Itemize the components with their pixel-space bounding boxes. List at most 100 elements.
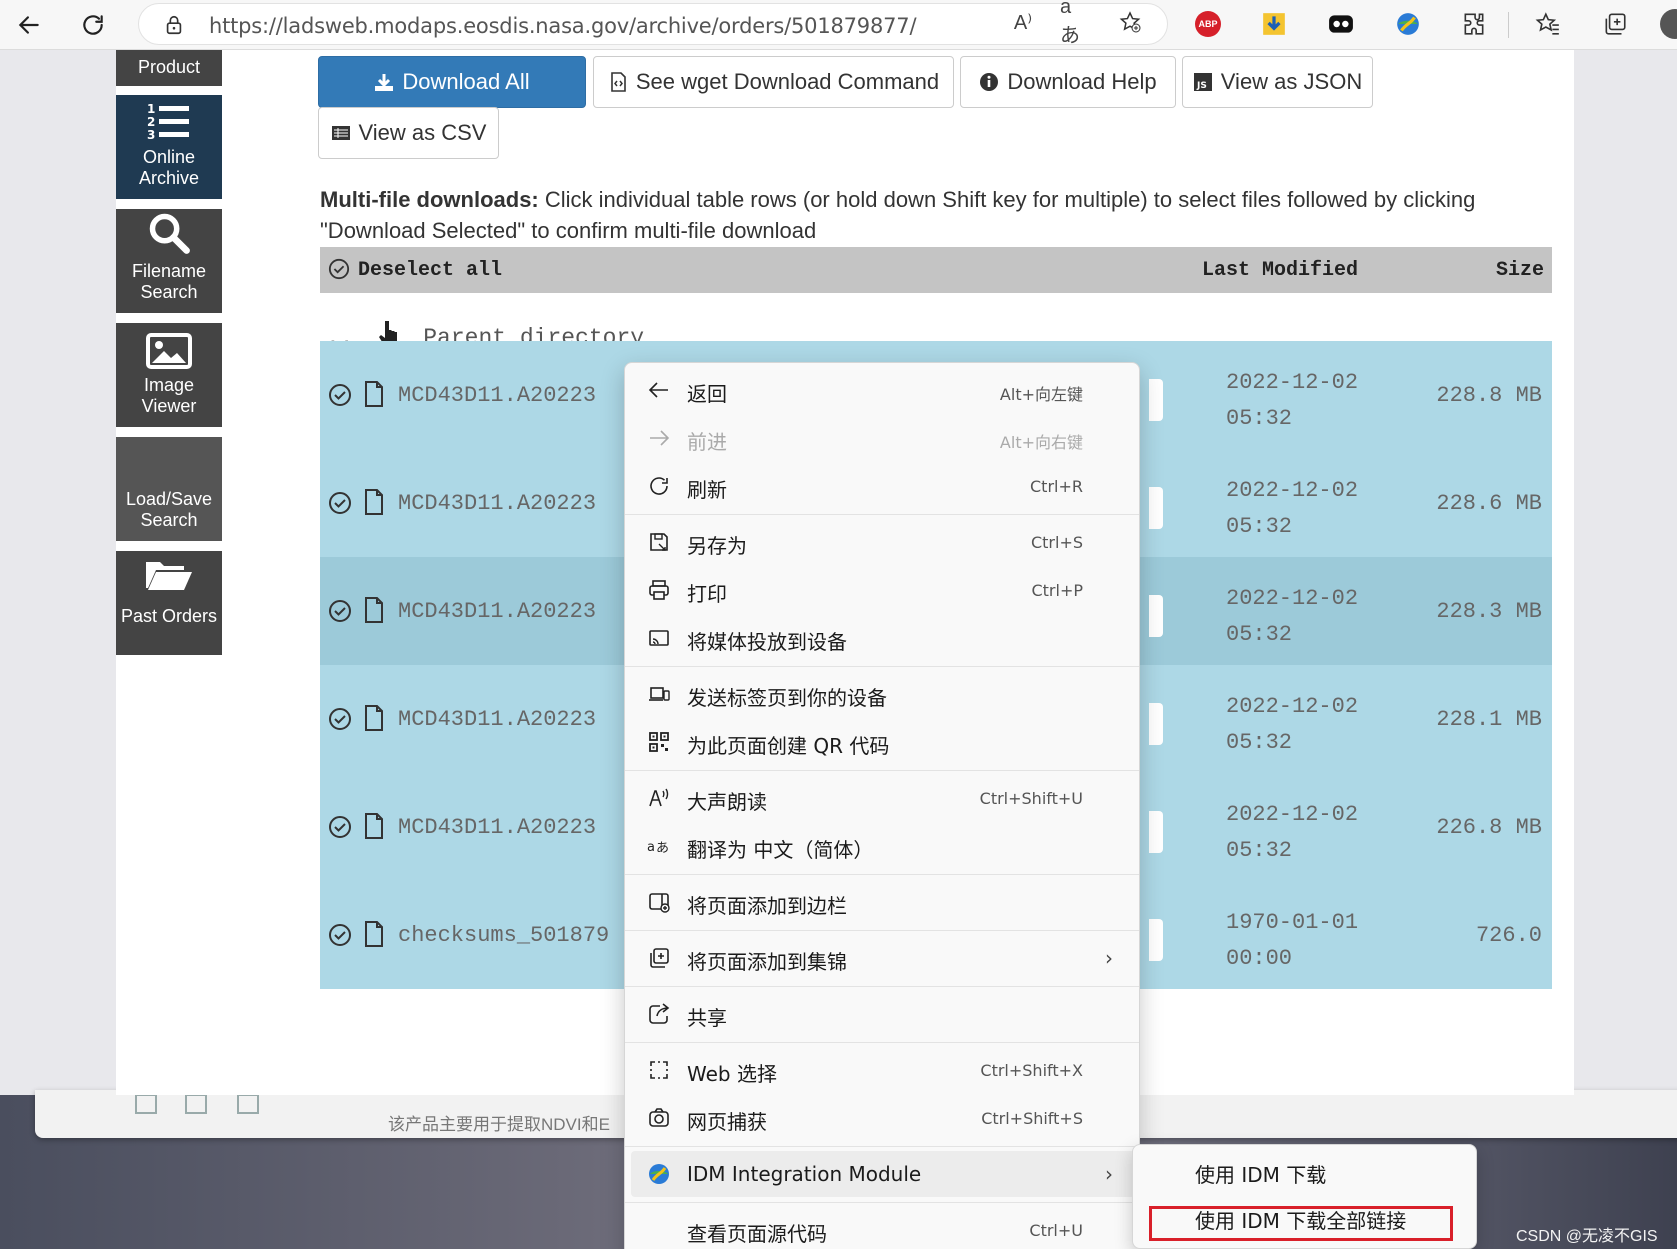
split-view-icon[interactable]	[185, 1094, 207, 1114]
page-view-icon[interactable]	[237, 1094, 259, 1114]
chevron-right-icon: ›	[1105, 1162, 1113, 1186]
sidebar-item-label: Viewer	[141, 396, 197, 416]
idm-icon	[647, 1162, 671, 1186]
watermark: CSDN @无凌不GIS	[1516, 1228, 1658, 1245]
refresh-icon	[647, 474, 671, 498]
download-extension-icon[interactable]	[1259, 9, 1289, 39]
sidebar-item-label: Product	[137, 57, 201, 77]
file-name[interactable]: MCD43D11.A20223	[398, 491, 596, 516]
menu-item-add-to-collections[interactable]: 将页面添加到集锦 ›	[631, 935, 1135, 981]
sidebar-add-icon	[647, 890, 671, 914]
column-header-size[interactable]: Size	[1496, 259, 1544, 282]
adblock-extension-icon[interactable]: ABP	[1193, 9, 1223, 39]
menu-item-back[interactable]: 返回 Alt+向左键	[631, 367, 1135, 413]
svg-text:あ: あ	[656, 841, 669, 856]
sidebar-item-label: Search	[140, 510, 198, 530]
menu-item-cast[interactable]: 将媒体投放到设备	[631, 615, 1135, 661]
sidebar-item-filename-search[interactable]: Filename Search	[116, 209, 222, 313]
deselect-all-button[interactable]: Deselect all	[358, 259, 502, 282]
menu-item-print[interactable]: 打印 Ctrl+P	[631, 567, 1135, 613]
svg-text:1: 1	[147, 102, 155, 116]
refresh-icon	[83, 15, 103, 35]
sidebar-item-label: Archive	[138, 168, 200, 188]
file-name[interactable]: MCD43D11.A20223	[398, 707, 596, 732]
menu-separator	[625, 666, 1139, 667]
row-action-stub	[1149, 379, 1163, 421]
menu-item-view-source[interactable]: 查看页面源代码 Ctrl+U	[631, 1207, 1135, 1249]
file-icon	[365, 921, 383, 947]
row-action-stub	[1149, 487, 1163, 529]
sidebar-item-past-orders[interactable]: Past Orders	[116, 551, 222, 655]
menu-item-web-capture[interactable]: 网页捕获 Ctrl+Shift+S	[631, 1095, 1135, 1141]
menu-item-refresh[interactable]: 刷新 Ctrl+R	[631, 463, 1135, 509]
refresh-button[interactable]	[74, 6, 112, 44]
column-header-modified[interactable]: Last Modified	[1202, 259, 1358, 282]
menu-item-qr-code[interactable]: 为此页面创建 QR 代码	[631, 719, 1135, 765]
idm-extension-icon[interactable]	[1393, 9, 1423, 39]
check-circle-icon	[329, 600, 351, 622]
web-capture-icon	[647, 1106, 671, 1130]
sidebar-item-label: Image	[143, 375, 195, 395]
menu-item-save-as[interactable]: 另存为 Ctrl+S	[631, 519, 1135, 565]
extension-mask-icon[interactable]	[1326, 9, 1356, 39]
chevron-right-icon: ›	[1105, 946, 1113, 970]
file-modified: 2022-12-02 05:32	[1226, 586, 1359, 647]
info-icon	[980, 73, 999, 91]
lock-icon	[166, 15, 182, 35]
menu-separator	[625, 514, 1139, 515]
background-window-text: 该产品主要用于提取NDVI和E	[388, 1115, 610, 1134]
file-modified: 1970-01-01 00:00	[1226, 910, 1359, 971]
file-name[interactable]: MCD43D11.A20223	[398, 383, 596, 408]
sidebar-item-image-viewer[interactable]: Image Viewer	[116, 323, 222, 427]
file-icon	[365, 597, 383, 623]
web-select-icon	[647, 1058, 671, 1082]
row-action-stub	[1149, 811, 1163, 853]
file-size: 228.1 MB	[1436, 707, 1542, 732]
instructions-heading: Multi-file downloads:	[320, 187, 539, 212]
collections-icon[interactable]	[1600, 9, 1630, 39]
view-csv-button[interactable]: View as CSV	[318, 107, 499, 159]
wget-command-button[interactable]: See wget Download Command	[593, 56, 954, 108]
file-name[interactable]: MCD43D11.A20223	[398, 599, 596, 624]
menu-item-send-tab[interactable]: 发送标签页到你的设备	[631, 671, 1135, 717]
image-icon	[146, 333, 192, 369]
browser-toolbar: https://ladsweb.modaps.eosdis.nasa.gov/a…	[0, 0, 1677, 50]
row-action-stub	[1149, 919, 1163, 961]
read-aloud-icon[interactable]: A⁾	[1008, 7, 1038, 37]
favorites-icon[interactable]	[1533, 9, 1563, 39]
check-circle-icon	[329, 816, 351, 838]
sidebar-item-label: Search	[140, 282, 198, 302]
file-modified: 2022-12-02 05:32	[1226, 802, 1359, 863]
menu-item-share[interactable]: 共享	[631, 991, 1135, 1037]
translate-icon[interactable]: aあ	[1060, 0, 1090, 47]
profile-icon[interactable]	[1660, 9, 1677, 39]
file-size: 726.0	[1475, 923, 1542, 948]
download-all-button[interactable]: Download All	[318, 56, 586, 108]
menu-item-read-aloud[interactable]: 大声朗读 Ctrl+Shift+U	[631, 775, 1135, 821]
menu-item-forward[interactable]: 前进 Alt+向右键	[631, 415, 1135, 461]
file-icon	[365, 813, 383, 839]
sidebar-item-online-archive[interactable]: 1 2 3 Online Archive	[116, 95, 222, 199]
add-favorite-icon[interactable]	[1115, 7, 1145, 37]
menu-item-idm-integration[interactable]: IDM Integration Module ›	[631, 1151, 1135, 1197]
view-json-button[interactable]: JS View as JSON	[1182, 56, 1373, 108]
download-help-button[interactable]: Download Help	[960, 56, 1176, 108]
submenu-item-download-with-idm[interactable]: 使用 IDM 下载	[1195, 1159, 1326, 1188]
menu-item-web-select[interactable]: Web 选择 Ctrl+Shift+X	[631, 1047, 1135, 1093]
back-button[interactable]	[10, 6, 48, 44]
menu-item-translate[interactable]: aあ 翻译为 中文（简体）	[631, 823, 1135, 869]
url-text[interactable]: https://ladsweb.modaps.eosdis.nasa.gov/a…	[209, 14, 917, 38]
toolbar-divider	[1508, 12, 1509, 38]
sidebar-item-label: Past Orders	[120, 606, 218, 626]
column-view-icon[interactable]	[135, 1094, 157, 1114]
menu-separator	[625, 1042, 1139, 1043]
menu-separator	[625, 986, 1139, 987]
menu-item-add-to-sidebar[interactable]: 将页面添加到边栏	[631, 879, 1135, 925]
sidebar-item-product[interactable]: Product	[116, 50, 222, 86]
file-name[interactable]: MCD43D11.A20223	[398, 815, 596, 840]
extensions-icon[interactable]	[1459, 9, 1489, 39]
sidebar-item-label: Filename	[131, 261, 207, 281]
row-action-stub	[1149, 595, 1163, 637]
file-name[interactable]: checksums_501879	[398, 923, 609, 948]
sidebar-item-load-save-search[interactable]: Load/Save Search	[116, 437, 222, 541]
